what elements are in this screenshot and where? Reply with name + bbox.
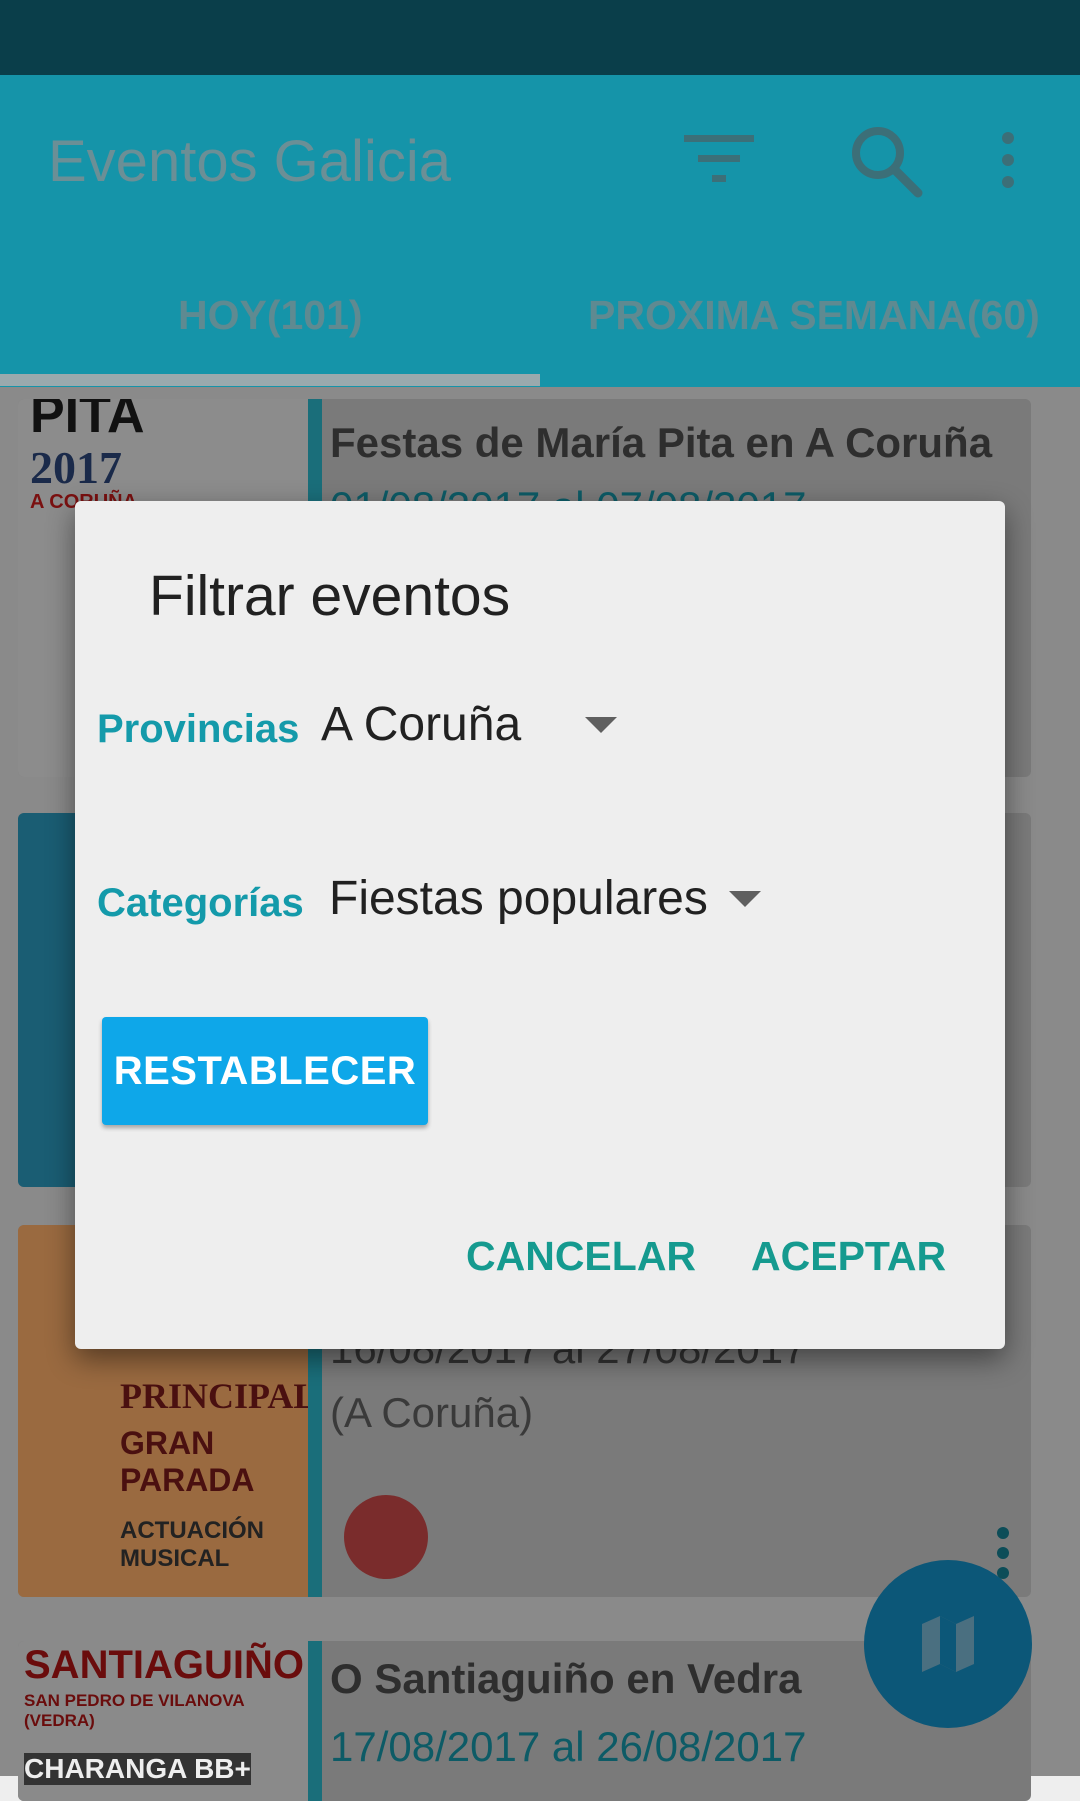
categorias-dropdown[interactable]: Fiestas populares bbox=[329, 861, 769, 941]
chevron-down-icon bbox=[585, 717, 617, 733]
filter-dialog: Filtrar eventos Provincias A Coruña Cate… bbox=[75, 501, 1005, 1349]
cancel-button[interactable]: CANCELAR bbox=[466, 1233, 696, 1280]
accept-button[interactable]: ACEPTAR bbox=[751, 1233, 946, 1280]
provincias-value: A Coruña bbox=[321, 698, 522, 751]
categorias-label: Categorías bbox=[97, 881, 304, 925]
provincias-dropdown[interactable]: A Coruña bbox=[321, 687, 621, 767]
dialog-title: Filtrar eventos bbox=[149, 564, 511, 628]
provincias-label: Provincias bbox=[97, 707, 300, 751]
reset-button[interactable]: RESTABLECER bbox=[102, 1017, 428, 1125]
chevron-down-icon bbox=[729, 891, 761, 907]
categorias-value: Fiestas populares bbox=[329, 872, 708, 925]
